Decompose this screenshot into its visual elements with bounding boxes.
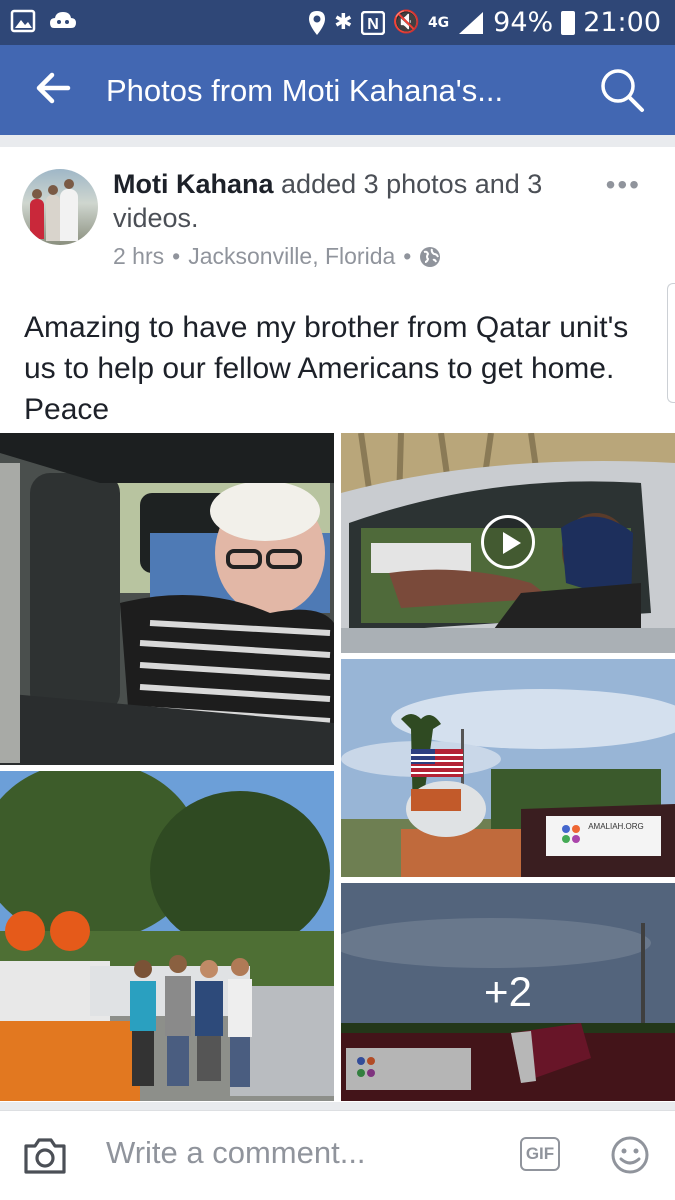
bluetooth-icon: ✱ (334, 9, 353, 35)
sticker-icon[interactable] (610, 1135, 650, 1175)
media-video-2[interactable] (341, 433, 675, 653)
meta-separator-2: • (403, 243, 412, 269)
camera-icon[interactable] (22, 1135, 68, 1175)
media-photo-1[interactable]: AMALIAH.ORG (341, 659, 675, 877)
back-arrow-icon[interactable] (32, 67, 74, 109)
mute-icon: 🔇 (392, 9, 420, 35)
scrollbar-handle[interactable] (667, 283, 675, 403)
play-icon[interactable] (481, 515, 535, 569)
app-bar: Photos from Moti Kahana's... (0, 45, 675, 135)
messenger-notification-icon (50, 12, 76, 28)
signal-icon (459, 11, 484, 34)
svg-text:AMALIAH.ORG: AMALIAH.ORG (588, 822, 644, 831)
comment-input[interactable]: Write a comment... (106, 1135, 366, 1171)
nfc-icon: N (360, 10, 385, 35)
battery-percent: 94% (493, 7, 554, 38)
media-more-overlay[interactable]: +2 (341, 883, 675, 1101)
post-card: Moti Kahana added 3 photos and 3 videos.… (0, 147, 675, 1102)
status-right-icons: ✱ N 🔇 4G 94% 21:00 (308, 0, 661, 45)
network-type-label: 4G (427, 14, 450, 31)
globe-icon (420, 246, 441, 267)
search-icon[interactable] (599, 67, 645, 113)
battery-icon (561, 10, 576, 35)
status-left-icons (10, 8, 78, 34)
media-photo-2[interactable] (0, 771, 334, 1101)
author-name[interactable]: Moti Kahana (113, 169, 274, 199)
page-title: Photos from Moti Kahana's... (106, 73, 504, 108)
avatar[interactable] (22, 169, 98, 245)
media-video-1[interactable] (0, 433, 334, 765)
post-header: Moti Kahana added 3 photos and 3 videos. (113, 167, 583, 235)
extra-media-count: +2 (484, 968, 532, 1015)
comment-bar: Write a comment... GIF (0, 1110, 675, 1200)
photo-woman-in-car (0, 433, 334, 765)
svg-text:N: N (367, 16, 379, 33)
photo-tanker-truck-flag: AMALIAH.ORG (341, 659, 675, 877)
location-icon (309, 10, 326, 35)
clock: 21:00 (583, 7, 661, 38)
gif-button[interactable]: GIF (520, 1137, 560, 1171)
more-options-icon[interactable]: ••• (606, 169, 641, 201)
post-body: Amazing to have my brother from Qatar un… (24, 311, 629, 426)
status-bar: ✱ N 🔇 4G 94% 21:00 (0, 0, 675, 45)
post-time[interactable]: 2 hrs (113, 243, 164, 270)
post-meta: 2 hrs • Jacksonville, Florida • (113, 243, 441, 270)
post-location[interactable]: Jacksonville, Florida (188, 243, 395, 270)
photo-group-by-truck (0, 771, 334, 1101)
meta-separator: • (172, 243, 181, 269)
image-notification-icon (10, 9, 36, 33)
